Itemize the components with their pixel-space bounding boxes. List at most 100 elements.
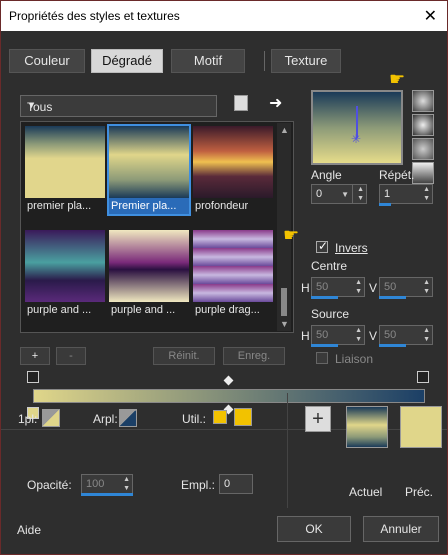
source-h-label: H	[301, 329, 310, 343]
gallery-options-icon[interactable]	[234, 95, 248, 111]
opacity-slider-fill	[81, 493, 133, 496]
gradient-thumb[interactable]: purple and ...	[25, 230, 105, 318]
title-bar: Propriétés des styles et textures ✕	[1, 1, 447, 31]
gradient-preview[interactable]: ✳	[311, 90, 403, 165]
chevron-down-icon: ▼	[341, 190, 349, 199]
gradient-swatch	[109, 126, 189, 198]
tab-pattern[interactable]: Motif	[171, 49, 245, 73]
cancel-button[interactable]: Annuler	[363, 516, 439, 542]
center-v-slider-fill	[379, 296, 406, 299]
location-label: Empl.:	[181, 478, 216, 492]
opacity-label: Opacité:	[27, 478, 72, 492]
center-label: Centre	[311, 259, 348, 273]
linear-gradient-icon[interactable]	[412, 90, 434, 112]
center-h-value: 50	[316, 281, 329, 293]
gradient-swatch	[109, 230, 189, 302]
gradient-thumb[interactable]: purple drag...	[193, 230, 273, 318]
opacity-value: 100	[86, 478, 105, 490]
pointing-hand-icon: ☛	[283, 225, 300, 245]
chevron-down-icon[interactable]: ▼	[280, 319, 289, 329]
current-swatch[interactable]	[346, 406, 388, 448]
gradient-name: purple and ...	[111, 304, 176, 316]
gradient-name: premier pla...	[27, 200, 92, 212]
tab-color[interactable]: Couleur	[9, 49, 85, 73]
current-label: Actuel	[349, 485, 383, 499]
scroll-thumb[interactable]	[281, 288, 287, 316]
save-button[interactable]: Enreg.	[223, 347, 285, 365]
ok-button[interactable]: OK	[277, 516, 351, 542]
angle-dropdown[interactable]: ▼	[339, 184, 353, 204]
reset-button[interactable]: Réinit.	[153, 347, 215, 365]
source-v-value: 50	[384, 329, 397, 341]
repeat-label: Répét.	[379, 168, 415, 182]
gradient-name: purple and ...	[27, 304, 92, 316]
angle-label: Angle	[311, 168, 342, 182]
radial-gradient-icon[interactable]	[412, 162, 434, 184]
invert-checkbox[interactable]: ✓	[316, 239, 328, 253]
gradient-name: profondeur	[195, 200, 249, 212]
source-v-slider-fill	[379, 344, 406, 347]
gradient-swatch	[25, 126, 105, 198]
source-v-label: V	[369, 329, 378, 343]
arrow-right-icon[interactable]: ➜	[269, 93, 282, 113]
opacity-stop-left[interactable]	[27, 371, 39, 383]
spin-arrows-icon[interactable]: ▲ ▼	[423, 326, 430, 344]
gradient-thumb[interactable]: profondeur	[193, 126, 273, 214]
source-label: Source	[311, 307, 350, 321]
rectangular-gradient-icon[interactable]	[412, 114, 434, 136]
link-checkbox[interactable]	[316, 352, 328, 364]
bg-stop-swatch[interactable]	[119, 409, 137, 427]
remove-gradient-button[interactable]: -	[56, 347, 86, 365]
vertical-divider	[287, 393, 288, 508]
bg-stop-label: Arpl:	[93, 412, 118, 426]
gradient-thumb-selected[interactable]: Premier pla...	[107, 124, 191, 216]
user-stop-small-swatch[interactable]	[213, 410, 227, 424]
sunburst-gradient-icon[interactable]	[412, 138, 434, 160]
angle-value: 0	[316, 188, 323, 200]
window-title: Propriétés des styles et textures	[9, 9, 180, 23]
spin-arrows-icon[interactable]: ▲ ▼	[357, 185, 364, 203]
pointing-hand-icon: ☛	[389, 69, 406, 89]
tab-gradient[interactable]: Dégradé	[91, 49, 163, 73]
opacity-stop-right[interactable]	[417, 371, 429, 383]
previous-label: Préc.	[405, 485, 434, 499]
spin-arrows-icon[interactable]: ▲ ▼	[355, 278, 362, 296]
add-swatch-button[interactable]: +	[305, 406, 331, 432]
opacity-spinner[interactable]: 100 ▲ ▼	[81, 474, 133, 494]
tab-texture[interactable]: Texture	[271, 49, 341, 73]
chevron-up-icon[interactable]: ▲	[280, 125, 289, 135]
center-v-spinner[interactable]: 50 ▲ ▼	[379, 277, 433, 297]
location-input[interactable]: 0	[219, 474, 253, 494]
spin-arrows-icon[interactable]: ▲ ▼	[123, 475, 130, 493]
repeat-slider-fill	[379, 203, 391, 206]
center-v-label: V	[369, 281, 378, 295]
gradient-editor-bar[interactable]	[33, 389, 425, 403]
link-label[interactable]: Liaison	[335, 352, 373, 366]
source-v-spinner[interactable]: 50 ▲ ▼	[379, 325, 433, 345]
gradient-gallery: premier pla... Premier pla... profondeur…	[20, 121, 294, 333]
gradient-thumb[interactable]: purple and ...	[109, 230, 189, 318]
spin-arrows-icon[interactable]: ▲ ▼	[423, 278, 430, 296]
gradient-swatch	[25, 230, 105, 302]
invert-label[interactable]: Invers	[335, 241, 368, 255]
spin-arrows-icon[interactable]: ▲ ▼	[355, 326, 362, 344]
help-link[interactable]: Aide	[17, 523, 41, 537]
angle-handle-star-icon: ✳	[351, 132, 362, 146]
spin-arrows-icon[interactable]: ▲ ▼	[423, 185, 430, 203]
opacity-midpoint[interactable]	[223, 375, 234, 386]
gradient-thumb[interactable]: premier pla...	[25, 126, 105, 214]
source-h-value: 50	[316, 329, 329, 341]
center-h-label: H	[301, 281, 310, 295]
fg-stop-swatch[interactable]	[42, 409, 60, 427]
category-dropdown[interactable]: Tous ▼	[20, 95, 217, 117]
user-stop-swatch[interactable]	[234, 408, 252, 426]
fg-stop-label: 1pl:	[18, 412, 38, 426]
center-v-value: 50	[384, 281, 397, 293]
add-gradient-button[interactable]: +	[20, 347, 50, 365]
source-h-spinner[interactable]: 50 ▲ ▼	[311, 325, 365, 345]
repeat-spinner[interactable]: 1 ▲ ▼	[379, 184, 433, 204]
close-icon[interactable]: ✕	[424, 6, 437, 26]
center-h-spinner[interactable]: 50 ▲ ▼	[311, 277, 365, 297]
previous-swatch[interactable]	[400, 406, 442, 448]
center-h-slider-fill	[311, 296, 338, 299]
